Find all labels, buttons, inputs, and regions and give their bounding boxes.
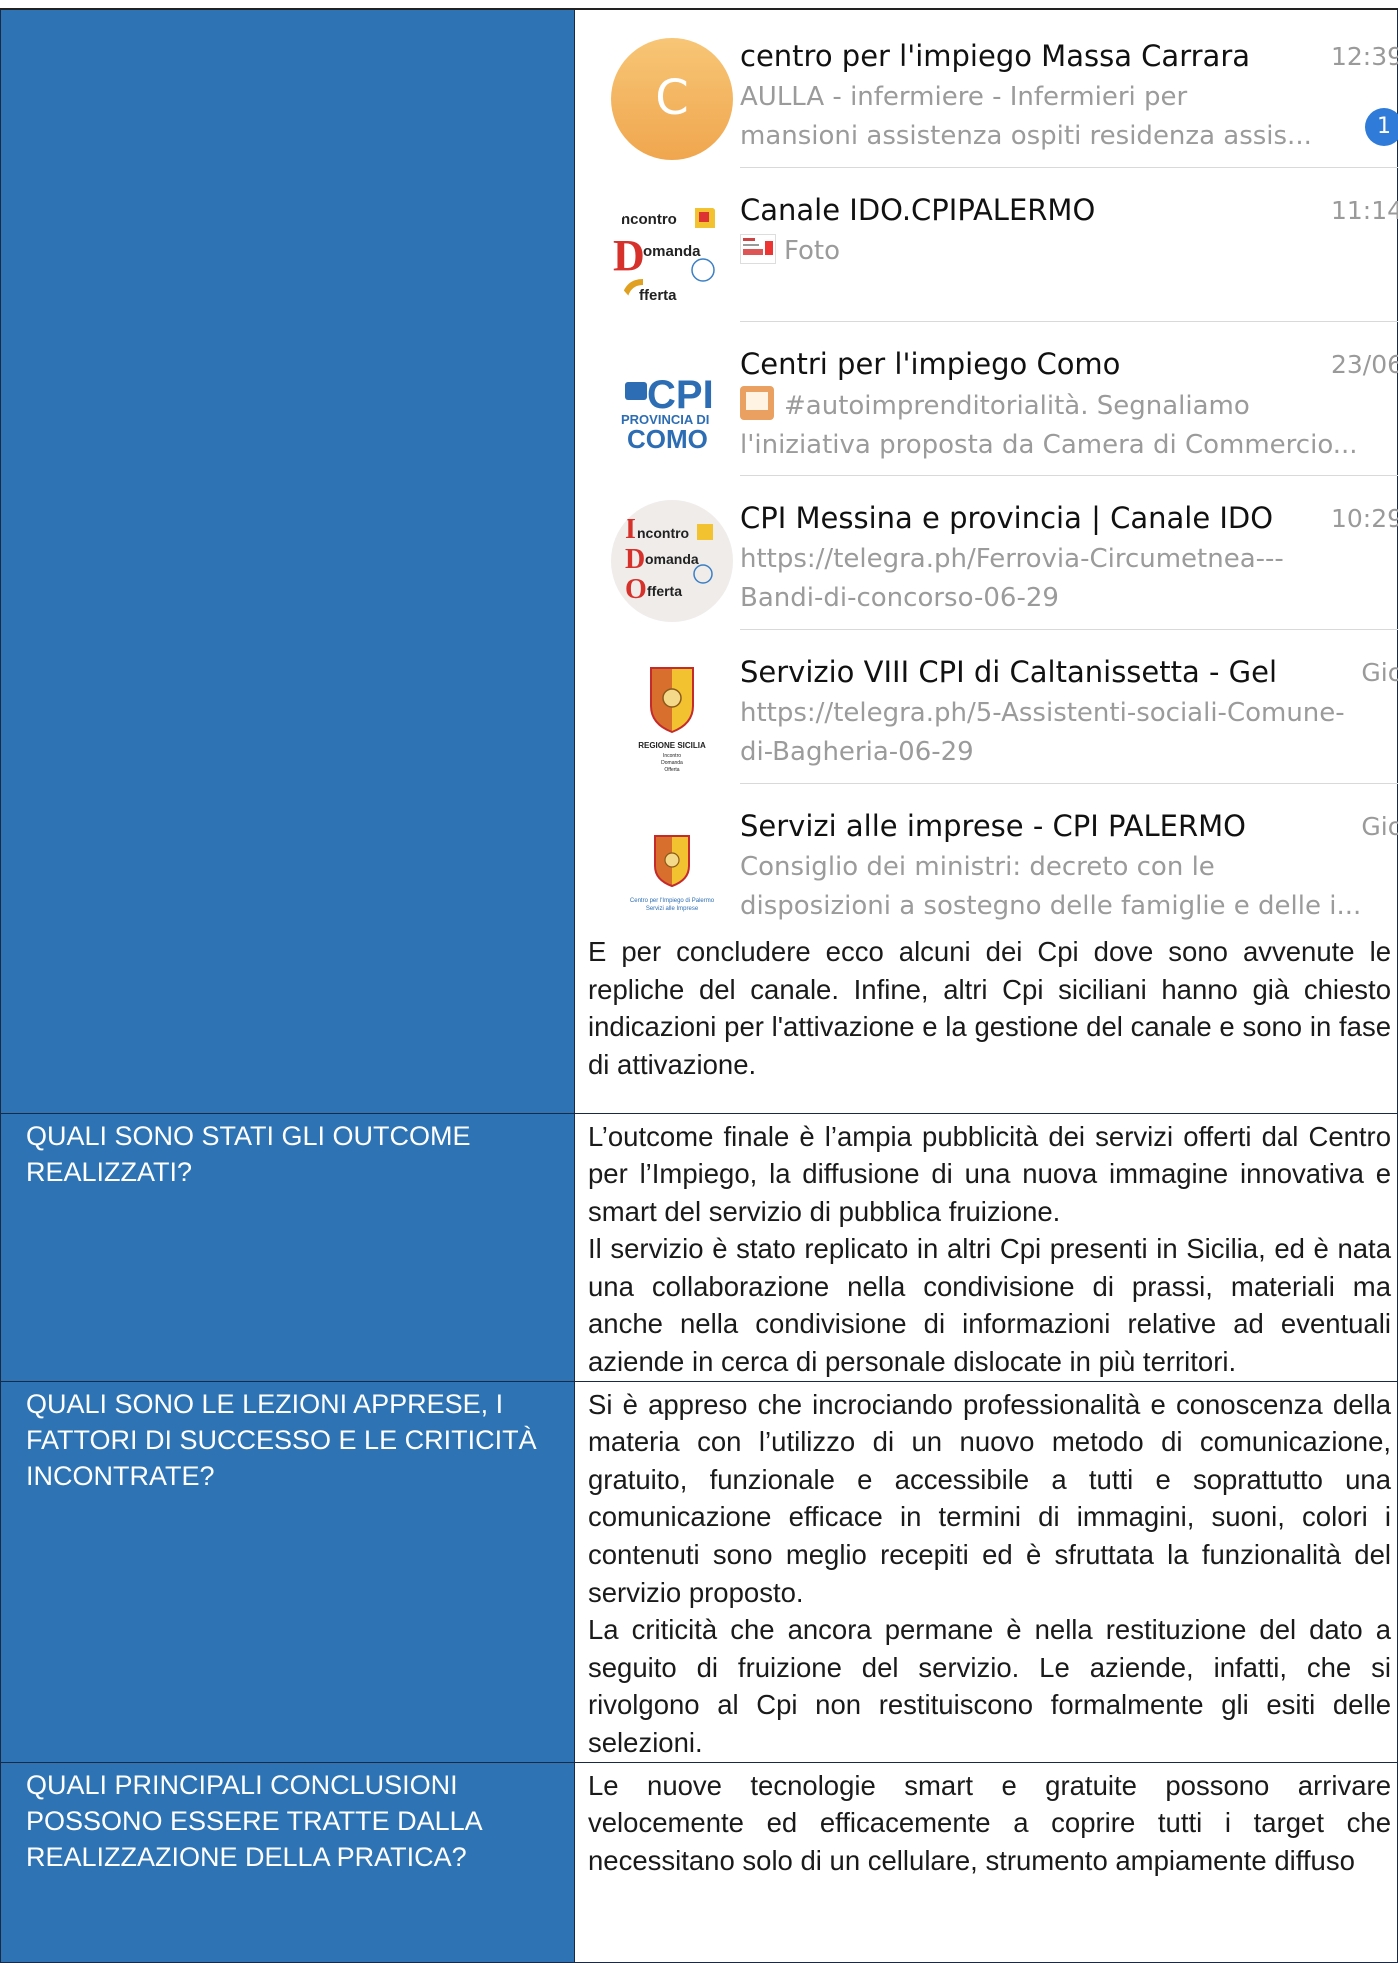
photo-thumbnail-icon [740,234,776,264]
logo-text: REGIONE SICILIA [638,741,706,750]
preview-line: Consiglio dei ministri: decreto con le [740,852,1215,882]
question-text: QUALI SONO STATI GLI OUTCOME REALIZZATI? [26,1120,471,1187]
chat-name: Servizi alle imprese - CPI PALERMO [740,809,1246,843]
chat-item-caltanissetta[interactable]: REGIONE SICILIA Incontro Domanda Offerta… [575,630,1398,784]
chat-preview: https://telegra.ph/5-Assistenti-sociali-… [740,694,1398,772]
preview-line: l'iniziativa proposta da Camera di Comme… [740,430,1358,460]
preview-line: disposizioni a sostegno delle famiglie e… [740,891,1362,921]
logo-text: Offerta [664,767,679,773]
regione-sicilia-trinacria-logo-icon: REGIONE SICILIA Incontro Domanda Offerta [611,654,733,776]
table-row: QUALI SONO STATI GLI OUTCOME REALIZZATI?… [0,1112,1398,1382]
logo-text: Centro per l'Impiego di Palermo [630,898,715,904]
question-cell: QUALI SONO STATI GLI OUTCOME REALIZZATI? [0,1112,575,1382]
preview-line: mansioni assistenza ospiti residenza ass… [740,121,1312,151]
answer-paragraph: Il servizio è stato replicato in altri C… [588,1233,1391,1378]
chat-item-ido-cpipalermo[interactable]: ncontro D omanda fferta Canale IDO.CPIPA… [575,168,1398,322]
screenshot-cell: C centro per l'impiego Massa Carrara 12:… [574,8,1398,1114]
telegram-chat-list: C centro per l'impiego Massa Carrara 12:… [575,14,1398,929]
preview-line: AULLA - infermiere - Infermieri per [740,82,1188,112]
incontro-domanda-offerta-logo-icon: ncontro D omanda fferta [611,192,733,314]
logo-text: CPI [647,373,714,417]
preview-text: #autoimprenditorialità. Segnaliamo [784,391,1250,421]
chat-time: Gio [1361,658,1398,687]
answer-paragraph: Si è appreso che incrociando professiona… [588,1388,1391,1608]
logo-text: Servizi alle Imprese [646,906,699,912]
document-page: C centro per l'impiego Massa Carrara 12:… [0,0,1398,1963]
answer-cell: L’outcome finale è l’ampia pubblicità de… [574,1112,1398,1382]
svg-text:O: O [625,574,647,605]
answer-paragraph: L’outcome finale è l’ampia pubblicità de… [588,1120,1391,1227]
logo-text: Incontro [663,753,681,759]
question-cell: QUALI PRINCIPALI CONCLUSIONI POSSONO ESS… [0,1761,575,1963]
cpi-provincia-di-como-logo-icon: CPI PROVINCIA DI COMO [611,346,733,468]
chat-preview: Foto [740,232,1398,271]
document-thumbnail-icon [740,386,774,420]
chat-name: CPI Messina e provincia | Canale IDO [740,501,1274,535]
chat-item-servizi-imprese[interactable]: Centro per l'Impiego di Palermo Servizi … [575,784,1398,929]
left-cell-empty [0,8,575,1114]
chat-time: 10:29 [1330,504,1398,533]
letter-avatar-icon: C [611,38,733,160]
preview-line: https://telegra.ph/Ferrovia-Circumetnea-… [740,544,1284,574]
question-text: QUALI PRINCIPALI CONCLUSIONI POSSONO ESS… [26,1769,483,1872]
svg-text:D: D [613,231,645,280]
svg-text:D: D [625,544,645,575]
chat-item-cpi-como[interactable]: CPI PROVINCIA DI COMO Centri per l'impie… [575,322,1398,476]
logo-text: fferta [639,287,677,304]
question-cell: QUALI SONO LE LEZIONI APPRESE, I FATTORI… [0,1380,575,1763]
chat-time: 23/06 [1330,350,1398,379]
table-row: QUALI PRINCIPALI CONCLUSIONI POSSONO ESS… [0,1761,1398,1963]
logo-text: ncontro [621,211,677,228]
chat-preview: AULLA - infermiere - Infermieri per mans… [740,78,1398,156]
question-text: QUALI SONO LE LEZIONI APPRESE, I FATTORI… [26,1388,537,1491]
answer-cell: Si è appreso che incrociando professiona… [574,1380,1398,1763]
chat-preview: #autoimprenditorialità. Segnaliamo l'ini… [740,386,1398,465]
table-row: QUALI SONO LE LEZIONI APPRESE, I FATTORI… [0,1380,1398,1763]
intro-paragraph: E per concludere ecco alcuni dei Cpi dov… [588,936,1391,1080]
table-row: C centro per l'impiego Massa Carrara 12:… [0,8,1398,1114]
logo-text: omanda [645,551,699,567]
chat-preview: https://telegra.ph/Ferrovia-Circumetnea-… [740,540,1398,618]
logo-text: fferta [647,583,682,599]
chat-name: Servizio VIII CPI di Caltanissetta - Gel… [740,655,1280,689]
chat-item-massa-carrara[interactable]: C centro per l'impiego Massa Carrara 12:… [575,14,1398,168]
unread-badge: 1 [1365,108,1398,146]
chat-time: 11:14 [1330,196,1398,225]
chat-name: Canale IDO.CPIPALERMO [740,193,1096,227]
logo-text: ncontro [637,525,689,541]
trinacria-logo-icon: Centro per l'Impiego di Palermo Servizi … [611,808,733,929]
chat-item-cpi-messina[interactable]: I ncontro D omanda O fferta CPI Messina … [575,476,1398,630]
preview-line: https://telegra.ph/5-Assistenti-sociali-… [740,698,1345,728]
chat-time: 12:39 [1330,42,1398,71]
preview-line: Bandi-di-concorso-06-29 [740,583,1059,613]
preview-line: Foto [740,232,1398,271]
answer-cell: Le nuove tecnologie smart e gratuite pos… [574,1761,1398,1963]
chat-name: centro per l'impiego Massa Carrara [740,39,1251,73]
chat-name: Centri per l'impiego Como [740,347,1121,381]
logo-text: omanda [643,243,701,260]
svg-text:I: I [625,514,636,545]
answer-paragraph: La criticità che ancora permane è nella … [588,1614,1391,1758]
logo-text: COMO [627,424,708,454]
practice-table: C centro per l'impiego Massa Carrara 12:… [0,8,1398,1963]
avatar-letter: C [655,70,689,127]
incontro-domanda-offerta-logo-icon: I ncontro D omanda O fferta [611,500,733,622]
chat-preview: Consiglio dei ministri: decreto con le d… [740,848,1398,926]
chat-time: Gio [1361,812,1398,841]
logo-text: Domanda [661,760,683,766]
preview-text: Foto [784,236,841,266]
preview-line: di-Bagheria-06-29 [740,737,974,767]
preview-line: #autoimprenditorialità. Segnaliamo [740,386,1398,426]
